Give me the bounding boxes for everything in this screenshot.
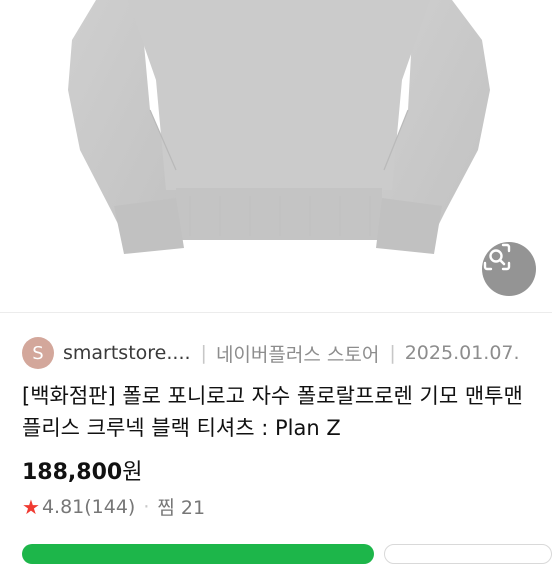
left-cuff (114, 198, 184, 254)
right-cuff (376, 198, 442, 254)
date-separator: | (389, 342, 396, 364)
buy-button[interactable] (22, 544, 374, 564)
secondary-button[interactable] (384, 544, 552, 564)
rating-value: 4.81 (41, 495, 85, 518)
store-info-row[interactable]: S smartstore.... | 네이버플러스 스토어 | 2025.01.… (22, 335, 520, 371)
divider (0, 312, 552, 313)
store-type: 네이버플러스 스토어 (215, 343, 380, 366)
star-icon: ★ (22, 494, 40, 519)
waistband (176, 188, 382, 240)
meta-dot: · (143, 495, 150, 518)
store-avatar: S (22, 337, 54, 369)
price-value: 188,800 (22, 460, 123, 485)
product-image[interactable] (0, 0, 552, 312)
review-count[interactable]: (144) (84, 496, 135, 518)
wishlist-count: 찜 21 (157, 497, 206, 519)
store-separator: | (200, 342, 207, 364)
product-title[interactable]: [백화점판] 폴로 포니로고 자수 폴로랄프로렌 기모 맨투맨 플리스 크루넥 … (22, 380, 542, 444)
rating-row: ★ 4.81 (144) · 찜 21 (22, 493, 205, 520)
sweatshirt-body (128, 0, 430, 190)
store-name[interactable]: smartstore.... (63, 342, 191, 364)
store-date: 2025.01.07. (404, 342, 520, 364)
image-search-button[interactable] (482, 242, 536, 296)
sweatshirt-image (68, 0, 490, 254)
price-unit: 원 (122, 460, 143, 485)
product-price: 188,800원 (22, 454, 142, 486)
